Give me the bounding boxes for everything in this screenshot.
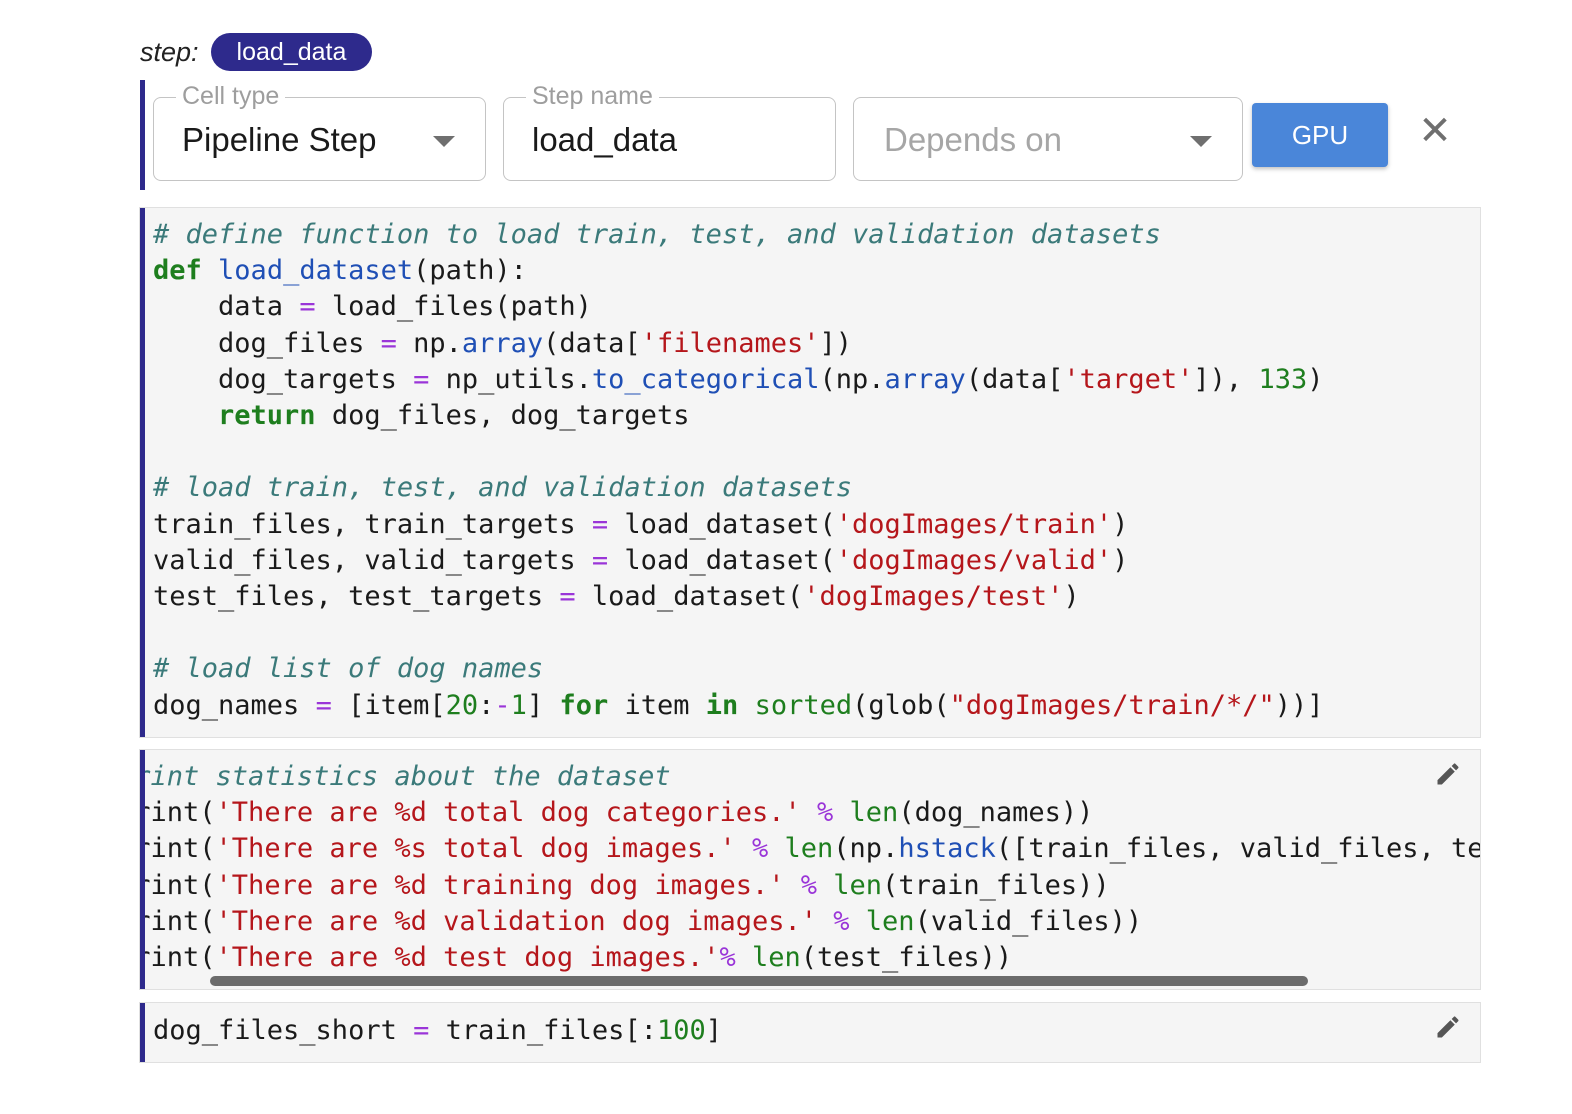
close-icon[interactable]: ✕ <box>1418 111 1452 151</box>
step-header: step: load_data <box>140 32 373 72</box>
code-content[interactable]: print statistics about the dataset print… <box>140 759 1480 976</box>
gpu-button[interactable]: GPU <box>1252 103 1388 167</box>
depends-on-select[interactable]: Depends on <box>853 97 1243 181</box>
pencil-icon[interactable] <box>1434 760 1462 788</box>
step-name-input[interactable]: Step name load_data <box>503 81 836 181</box>
cell-indicator-bar <box>140 750 145 989</box>
cell-indicator-bar <box>140 80 145 190</box>
code-cell[interactable]: dog_files_short = train_files[:100] <box>139 1002 1481 1063</box>
horizontal-scrollbar[interactable] <box>210 976 1308 986</box>
chevron-down-icon <box>1190 136 1212 147</box>
depends-on-placeholder: Depends on <box>884 121 1062 158</box>
code-cell[interactable]: print statistics about the dataset print… <box>139 749 1481 990</box>
cell-metadata-form: Cell type Pipeline Step Step name load_d… <box>140 80 1480 190</box>
step-name-value: load_data <box>532 121 677 158</box>
chevron-down-icon <box>433 136 455 147</box>
code-content[interactable]: dog_files_short = train_files[:100] <box>153 1013 722 1049</box>
cell-type-value: Pipeline Step <box>182 121 377 158</box>
cell-indicator-bar <box>140 1003 145 1062</box>
cell-type-select[interactable]: Cell type Pipeline Step <box>153 81 486 181</box>
step-label: step: <box>140 36 199 67</box>
step-name-chip[interactable]: load_data <box>210 33 373 71</box>
code-cell[interactable]: # define function to load train, test, a… <box>139 207 1481 738</box>
code-content[interactable]: # define function to load train, test, a… <box>153 217 1324 724</box>
pencil-icon[interactable] <box>1434 1013 1462 1041</box>
cell-indicator-bar <box>140 208 145 737</box>
